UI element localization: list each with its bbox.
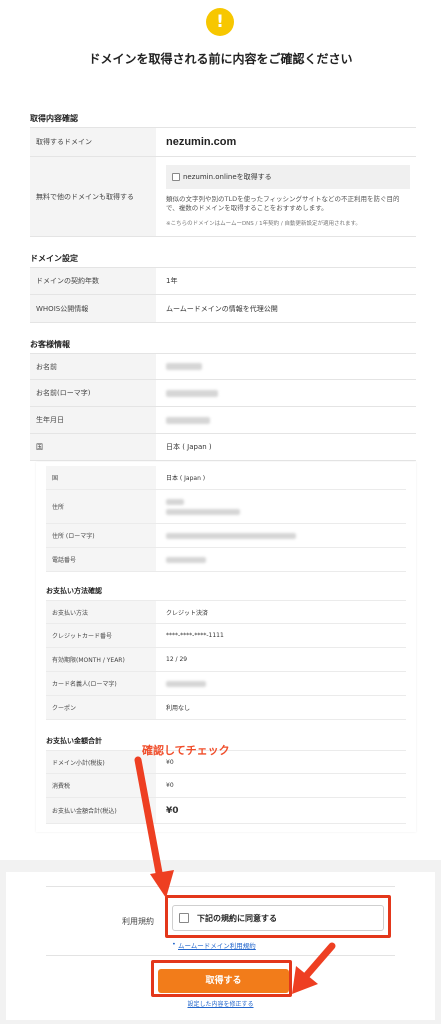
row-value: 利用なし — [166, 705, 191, 712]
row-domain: 取得するドメイン nezumin.com — [30, 127, 416, 157]
row-payment-method: お支払い方法 クレジット決済 — [46, 600, 406, 624]
row-label: 取得するドメイン — [30, 128, 156, 156]
row-label: 住所 — [46, 490, 156, 523]
free-domain-description: 類似の文字列や別のTLDを使ったフィッシングサイトなどの不正利用を防ぐ目的で、複… — [166, 195, 400, 212]
warning-icon: ! — [206, 8, 234, 36]
row-label: 国 — [30, 434, 156, 460]
free-domain-option[interactable]: nezumin.onlineを取得する — [166, 165, 410, 189]
row-card-number: クレジットカード番号 ****-****-****-1111 — [46, 624, 406, 648]
row-label: 電話番号 — [46, 548, 156, 571]
row-label: ドメイン小計(税抜) — [46, 751, 156, 773]
row-total: お支払い金額合計(税込) ¥0 — [46, 798, 406, 824]
row-label: お支払い方法 — [46, 601, 156, 623]
row-value — [166, 490, 406, 523]
row-value: ムームードメインの情報を代理公開 — [166, 304, 278, 313]
row-label: 住所 (ローマ字) — [46, 524, 156, 547]
row-value — [166, 354, 416, 379]
row-value: 1年 — [166, 277, 178, 285]
row-name-roman: お名前(ローマ字) — [30, 380, 416, 407]
terms-link[interactable]: ムームードメイン利用規約 — [178, 940, 256, 950]
row-value: 日本 ( Japan ) — [166, 443, 212, 451]
row-value — [166, 524, 406, 547]
redacted-value — [166, 532, 296, 539]
highlight-box-agree — [165, 895, 391, 938]
row-tax: 消費税 ¥0 — [46, 774, 406, 798]
row-label: ドメインの契約年数 — [30, 268, 156, 294]
section-heading-payment: お支払い方法確認 — [46, 587, 102, 595]
redacted-value — [166, 680, 206, 687]
section-heading-acquisition: 取得内容確認 — [30, 114, 78, 123]
page-title: ドメインを取得される前に内容をご確認ください — [88, 52, 353, 66]
row-label: お名前(ローマ字) — [30, 380, 156, 406]
row-label: 生年月日 — [30, 407, 156, 433]
row-label: お支払い金額合計(税込) — [46, 798, 156, 823]
row-value: 12 / 29 — [166, 656, 188, 663]
redacted-value — [166, 416, 210, 424]
row-coupon: クーポン 利用なし — [46, 696, 406, 720]
redacted-value — [166, 363, 202, 370]
terms-label: 利用規約 — [122, 917, 154, 926]
row-label: お名前 — [30, 354, 156, 379]
row-country: 国 日本 ( Japan ) — [46, 466, 406, 490]
row-phone: 電話番号 — [46, 548, 406, 572]
scrolled-screenshot-panel: 国 日本 ( Japan ) 住所 住所 (ローマ字) 電話番号 お支払い方法確… — [36, 462, 416, 832]
redacted-value — [166, 556, 206, 563]
redacted-value — [166, 508, 240, 515]
row-label: WHOIS公開情報 — [30, 295, 156, 322]
row-value: nezumin.com — [166, 128, 416, 156]
row-label: クーポン — [46, 696, 156, 719]
row-whois: WHOIS公開情報 ムームードメインの情報を代理公開 — [30, 295, 416, 323]
row-country: 国 日本 ( Japan ) — [30, 434, 416, 461]
divider — [46, 886, 395, 887]
row-label: 消費税 — [46, 774, 156, 797]
free-domain-checkbox[interactable] — [172, 173, 180, 181]
row-value: ¥0 — [166, 805, 179, 816]
row-value: ****-****-****-1111 — [166, 632, 224, 639]
row-value: クレジット決済 — [166, 609, 209, 617]
divider — [46, 955, 395, 956]
redacted-value — [166, 498, 184, 505]
row-birth: 生年月日 — [30, 407, 416, 434]
row-name: お名前 — [30, 353, 416, 380]
row-label: クレジットカード番号 — [46, 624, 156, 647]
row-expiry: 有効期限(MONTH / YEAR) 12 / 29 — [46, 648, 406, 672]
redacted-value — [166, 389, 218, 397]
edit-settings-link[interactable]: 設定した内容を修正する — [6, 999, 435, 1008]
section-heading-domain-settings: ドメイン設定 — [30, 254, 78, 263]
row-card-holder: カード名義人(ローマ字) — [46, 672, 406, 696]
row-address: 住所 — [46, 490, 406, 524]
free-domain-option-label: nezumin.onlineを取得する — [183, 173, 272, 181]
row-label: 有効期限(MONTH / YEAR) — [46, 648, 156, 671]
row-value: 日本 ( Japan ) — [166, 475, 206, 482]
row-free-domain: 無料で他のドメインも取得する nezumin.onlineを取得する 類似の文字… — [30, 157, 416, 237]
annotation-text: 確認してチェック — [142, 744, 230, 757]
section-heading-customer: お客様情報 — [30, 340, 70, 349]
row-label: カード名義人(ローマ字) — [46, 672, 156, 695]
row-label: 国 — [46, 466, 156, 489]
row-value — [166, 672, 406, 695]
row-value — [166, 548, 406, 571]
row-label: 無料で他のドメインも取得する — [30, 157, 156, 236]
row-value — [166, 407, 416, 433]
row-value: ¥0 — [166, 782, 174, 789]
row-address-roman: 住所 (ローマ字) — [46, 524, 406, 548]
highlight-box-submit — [151, 960, 292, 997]
free-domain-note: ※こちらのドメインはムームーDNS / 1年契約 / 自動更新設定が適用されます… — [166, 221, 361, 227]
bullet-icon: • — [172, 940, 176, 948]
domain-name: nezumin.com — [166, 136, 237, 148]
row-term: ドメインの契約年数 1年 — [30, 267, 416, 295]
row-value — [166, 380, 416, 406]
section-heading-total: お支払い金額合計 — [46, 737, 102, 745]
confirmation-panel: ! ドメインを取得される前に内容をご確認ください 取得内容確認 取得するドメイン… — [0, 0, 441, 860]
